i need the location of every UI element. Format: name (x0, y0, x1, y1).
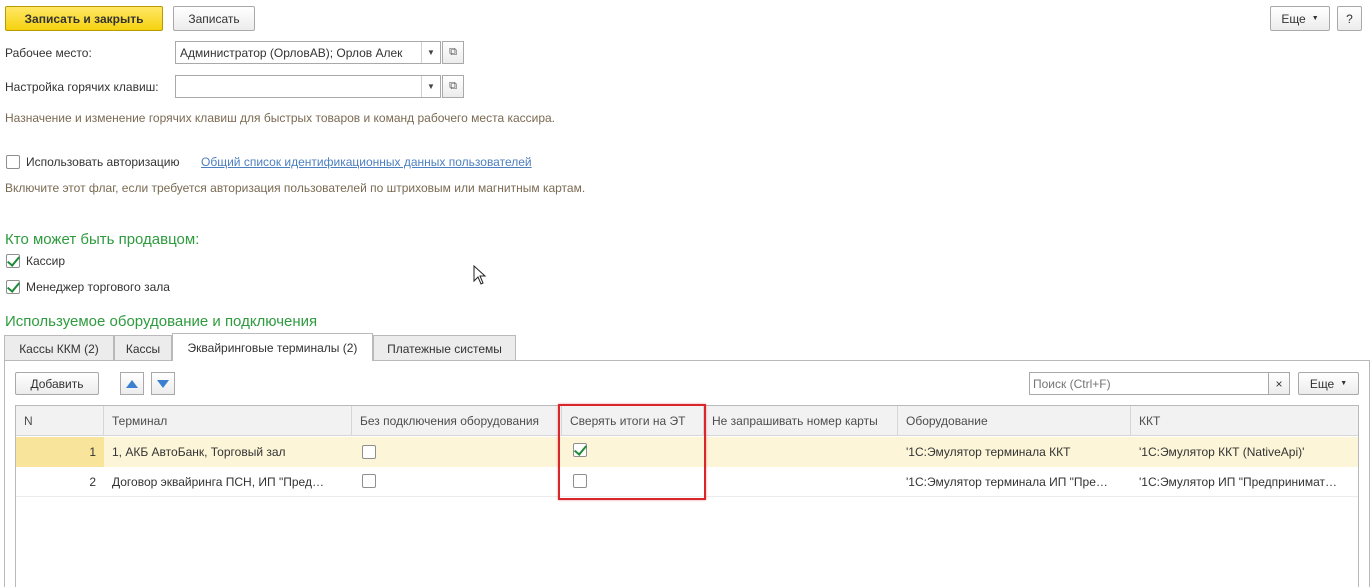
dropdown-icon[interactable]: ▼ (421, 42, 440, 63)
open-icon: ⧉ (449, 46, 457, 58)
column-header-equipment[interactable]: Оборудование (898, 406, 1131, 436)
highlight-box (558, 404, 706, 500)
dropdown-icon[interactable]: ▼ (421, 76, 440, 97)
more-label: Еще (1281, 11, 1306, 26)
tab-acquiring[interactable]: Эквайринговые терминалы (2) (172, 333, 373, 361)
terminal-cell: Договор эквайринга ПСН, ИП "Пред… (112, 475, 324, 489)
more-button[interactable]: Еще ▼ (1270, 6, 1330, 31)
workplace-value: Администратор (ОрловАВ); Орлов Алек (180, 45, 403, 60)
column-header-no-equipment[interactable]: Без подключения оборудования (352, 406, 562, 436)
manager-checkbox[interactable] (6, 280, 20, 294)
equipment-title: Используемое оборудование и подключения (5, 313, 318, 330)
more-label: Еще (1309, 376, 1335, 391)
kkt-cell: '1С:Эмулятор ККТ (NativeApi)' (1139, 445, 1305, 459)
cashier-checkbox[interactable] (6, 254, 20, 268)
open-hotkeys-button[interactable]: ⧉ (442, 75, 464, 98)
help-button[interactable]: ? (1337, 6, 1362, 31)
search-input[interactable] (1029, 372, 1269, 395)
auth-users-link[interactable]: Общий список идентификационных данных по… (201, 155, 532, 169)
equipment-cell: '1С:Эмулятор терминала ИП "Пре… (906, 475, 1108, 489)
auth-checkbox[interactable] (6, 155, 20, 169)
chevron-down-icon: ▼ (1311, 15, 1319, 22)
kkt-cell: '1С:Эмулятор ИП "Предпринимат… (1139, 475, 1338, 489)
equipment-cell: '1С:Эмулятор терминала ККТ (906, 445, 1071, 459)
hotkeys-field[interactable]: ▼ (175, 75, 441, 98)
arrow-down-icon (157, 379, 169, 388)
clear-search-button[interactable]: × (1268, 372, 1290, 395)
hotkeys-label: Настройка горячих клавиш: (5, 80, 159, 94)
save-button[interactable]: Записать (173, 6, 255, 31)
auth-label: Использовать авторизацию (26, 155, 180, 169)
cashier-label: Кассир (26, 254, 66, 268)
auth-hint: Включите этот флаг, если требуется автор… (5, 181, 586, 195)
grid-more-button[interactable]: Еще ▼ (1298, 372, 1359, 395)
column-header-no-card-number[interactable]: Не запрашивать номер карты (704, 406, 898, 436)
move-down-button[interactable] (151, 372, 175, 395)
tab-payment-systems[interactable]: Платежные системы (373, 335, 516, 361)
open-icon: ⧉ (449, 80, 457, 92)
add-button[interactable]: Добавить (15, 372, 99, 395)
column-header-kkt[interactable]: ККТ (1131, 406, 1358, 436)
no-equipment-checkbox[interactable] (362, 445, 376, 459)
row-number: 1 (16, 437, 104, 467)
chevron-down-icon: ▼ (1340, 380, 1348, 387)
save-and-close-button[interactable]: Записать и закрыть (5, 6, 163, 31)
hotkeys-hint: Назначение и изменение горячих клавиш дл… (5, 111, 556, 125)
workplace-field[interactable]: Администратор (ОрловАВ); Орлов Алек ▼ (175, 41, 441, 64)
workplace-label: Рабочее место: (5, 46, 92, 60)
tab-kkm[interactable]: Кассы ККМ (2) (4, 335, 114, 361)
no-equipment-checkbox[interactable] (362, 474, 376, 488)
open-workplace-button[interactable]: ⧉ (442, 41, 464, 64)
move-up-button[interactable] (120, 372, 144, 395)
cursor-icon (473, 265, 487, 285)
terminal-cell: 1, АКБ АвтоБанк, Торговый зал (112, 445, 286, 459)
sellers-title: Кто может быть продавцом: (5, 231, 200, 248)
arrow-up-icon (126, 379, 138, 388)
column-header-terminal[interactable]: Терминал (104, 406, 352, 436)
tab-cash[interactable]: Кассы (114, 335, 172, 361)
manager-label: Менеджер торгового зала (26, 280, 170, 294)
row-number: 2 (89, 475, 96, 489)
column-header-n[interactable]: N (16, 406, 104, 436)
